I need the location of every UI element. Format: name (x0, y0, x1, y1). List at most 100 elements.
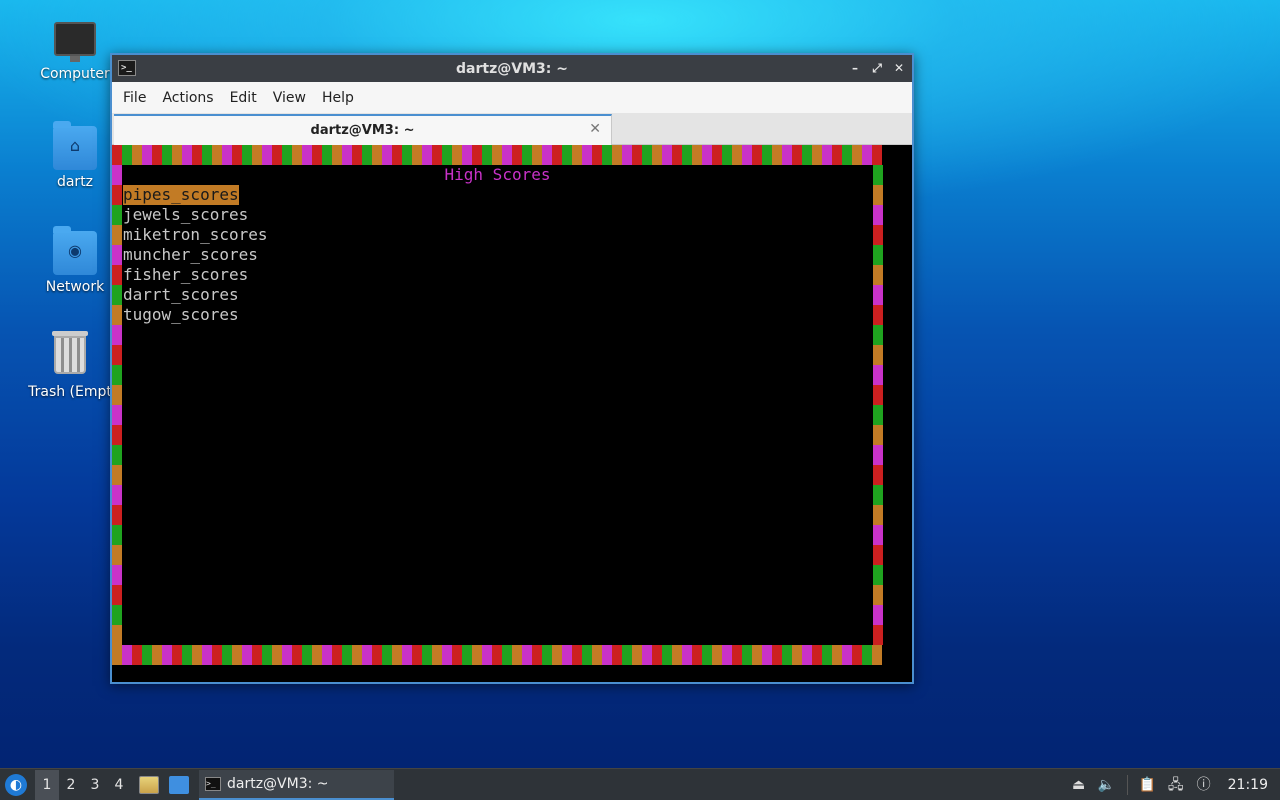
menu-help[interactable]: Help (314, 90, 362, 106)
show-desktop-icon[interactable] (169, 775, 189, 794)
border-cell (752, 145, 762, 165)
terminal-screen[interactable]: High Scores pipes_scores jewels_scores m… (112, 145, 912, 682)
border-cell (112, 145, 122, 165)
border-top (112, 145, 883, 165)
border-cell (792, 645, 802, 665)
border-cell (873, 205, 883, 225)
score-item-muncher[interactable]: muncher_scores (123, 245, 268, 265)
workspace-4[interactable]: 4 (107, 770, 131, 800)
border-cell (422, 645, 432, 665)
border-cell (572, 145, 582, 165)
score-item-pipes[interactable]: pipes_scores (123, 185, 239, 205)
border-right (873, 165, 883, 645)
close-button[interactable]: ✕ (892, 59, 906, 77)
scores-list: pipes_scores jewels_scores miketron_scor… (123, 185, 268, 325)
border-cell (873, 345, 883, 365)
border-cell (242, 645, 252, 665)
menubar: File Actions Edit View Help (112, 82, 912, 113)
minimize-button[interactable]: – (848, 59, 862, 77)
border-cell (512, 145, 522, 165)
menu-edit[interactable]: Edit (222, 90, 265, 106)
border-cell (873, 245, 883, 265)
border-cell (562, 645, 572, 665)
start-menu-icon[interactable]: ◐ (5, 773, 27, 796)
high-scores-title: High Scores (444, 165, 551, 184)
border-cell (112, 545, 122, 565)
border-cell (262, 145, 272, 165)
border-cell (873, 625, 883, 645)
network-icon[interactable]: 🖧 (1165, 775, 1187, 795)
clock[interactable]: 21:19 (1228, 777, 1268, 793)
border-cell (852, 645, 862, 665)
score-item-fisher[interactable]: fisher_scores (123, 265, 268, 285)
taskbar-task-terminal[interactable]: >_ dartz@VM3: ~ (199, 769, 394, 800)
border-cell (592, 645, 602, 665)
border-cell (862, 145, 872, 165)
border-cell (112, 505, 122, 525)
workspace-2[interactable]: 2 (59, 770, 83, 800)
score-item-miketron[interactable]: miketron_scores (123, 225, 268, 245)
tab-close-icon[interactable]: ✕ (589, 121, 601, 137)
tab-terminal[interactable]: dartz@VM3: ~ ✕ (114, 114, 612, 145)
border-cell (452, 145, 462, 165)
border-cell (832, 645, 842, 665)
menu-actions[interactable]: Actions (154, 90, 221, 106)
border-cell (322, 145, 332, 165)
border-cell (712, 145, 722, 165)
border-cell (372, 145, 382, 165)
border-cell (502, 645, 512, 665)
border-cell (482, 145, 492, 165)
border-cell (332, 145, 342, 165)
border-cell (812, 645, 822, 665)
border-cell (112, 385, 122, 405)
border-cell (662, 645, 672, 665)
taskbar: ◐ 1 2 3 4 >_ dartz@VM3: ~ ⏏ 🔈 📋 🖧 ⓘ 21:1… (0, 768, 1280, 800)
border-cell (873, 465, 883, 485)
workspace-1[interactable]: 1 (35, 769, 59, 800)
eject-icon[interactable]: ⏏ (1068, 775, 1090, 795)
border-cell (812, 145, 822, 165)
border-cell (112, 625, 122, 645)
border-cell (112, 205, 122, 225)
border-cell (602, 145, 612, 165)
border-cell (112, 425, 122, 445)
border-cell (112, 605, 122, 625)
border-cell (362, 645, 372, 665)
border-cell (162, 145, 172, 165)
border-cell (242, 145, 252, 165)
border-cell (873, 485, 883, 505)
update-notifier-icon[interactable]: ⓘ (1193, 775, 1215, 795)
border-cell (252, 645, 262, 665)
border-cell (682, 145, 692, 165)
border-cell (262, 645, 272, 665)
border-cell (142, 145, 152, 165)
menu-file[interactable]: File (115, 90, 154, 106)
border-cell (112, 485, 122, 505)
file-manager-icon[interactable] (139, 775, 159, 794)
border-cell (873, 325, 883, 345)
border-cell (873, 405, 883, 425)
window-title: dartz@VM3: ~ (456, 60, 568, 77)
border-cell (582, 145, 592, 165)
desktop-icon-trash[interactable]: Trash (Empt (20, 330, 120, 400)
score-item-jewels[interactable]: jewels_scores (123, 205, 268, 225)
border-cell (873, 525, 883, 545)
score-item-darrt[interactable]: darrt_scores (123, 285, 268, 305)
terminal-app-icon[interactable]: >_ (118, 60, 136, 76)
border-cell (492, 145, 502, 165)
border-cell (272, 145, 282, 165)
window-titlebar[interactable]: >_ dartz@VM3: ~ – ⤢ ✕ (112, 55, 912, 82)
border-cell (232, 145, 242, 165)
border-cell (222, 145, 232, 165)
score-item-tugow[interactable]: tugow_scores (123, 305, 268, 325)
terminal-task-icon: >_ (205, 776, 221, 791)
clipboard-icon[interactable]: 📋 (1137, 775, 1159, 795)
border-cell (302, 645, 312, 665)
volume-icon[interactable]: 🔈 (1096, 775, 1118, 795)
menu-view[interactable]: View (265, 90, 314, 106)
workspace-3[interactable]: 3 (83, 770, 107, 800)
border-cell (112, 645, 122, 665)
border-cell (873, 585, 883, 605)
maximize-button[interactable]: ⤢ (870, 59, 884, 77)
border-cell (402, 645, 412, 665)
